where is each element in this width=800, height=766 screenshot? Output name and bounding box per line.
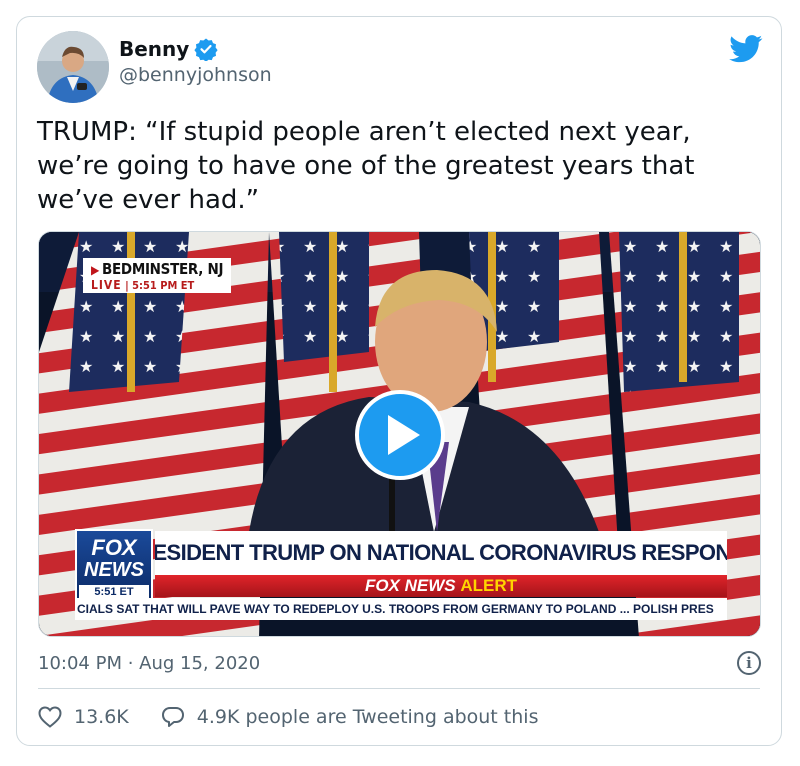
heart-icon: [38, 706, 62, 728]
play-button[interactable]: [355, 390, 445, 480]
news-ticker: CIALS SAT THAT WILL PAVE WAY TO REDEPLOY…: [75, 598, 727, 620]
tweet-timestamp[interactable]: 10:04 PM · Aug 15, 2020: [38, 653, 260, 674]
alert-brand: FOX NEWS: [364, 576, 456, 595]
fox-news-logo: FOX NEWS 5:51 ET: [75, 529, 153, 603]
alert-word: ALERT: [460, 576, 518, 595]
author-handle[interactable]: @bennyjohnson: [119, 64, 272, 86]
alert-banner: FOX NEWS ALERT: [155, 575, 727, 597]
twitter-bird-icon[interactable]: [729, 35, 763, 63]
tweet-card[interactable]: Benny @bennyjohnson TRUMP: “If stupid pe…: [16, 16, 782, 746]
network-line1: FOX: [91, 535, 137, 560]
reply-bubble-icon: [161, 707, 184, 727]
network-line2: NEWS: [84, 559, 144, 581]
avatar-photo: [37, 31, 109, 103]
tweet-text: TRUMP: “If stupid people aren’t elected …: [37, 117, 695, 215]
author-name[interactable]: Benny: [119, 37, 189, 61]
play-icon: [388, 415, 420, 455]
triangle-icon: ▶: [91, 263, 100, 277]
network-clock: 5:51 ET: [79, 585, 149, 599]
info-icon[interactable]: i: [737, 651, 761, 675]
avatar[interactable]: [37, 31, 109, 103]
divider: [38, 688, 760, 689]
like-count: 13.6K: [74, 706, 129, 728]
location-banner: ▶ BEDMINSTER, NJ LIVE | 5:51 PM ET: [83, 258, 232, 293]
live-time: 5:51 PM ET: [132, 279, 195, 292]
tweeting-link[interactable]: 4.9K people are Tweeting about this: [161, 705, 539, 729]
live-label: LIVE: [91, 278, 122, 292]
like-button[interactable]: 13.6K: [38, 706, 129, 728]
verified-badge-icon: [194, 38, 218, 61]
action-bar: 13.6K 4.9K people are Tweeting about thi…: [38, 705, 538, 729]
tweeting-label: 4.9K people are Tweeting about this: [196, 706, 539, 728]
video-player[interactable]: ★: [38, 231, 761, 637]
chyron-headline: PRESIDENT TRUMP ON NATIONAL CORONAVIRUS …: [155, 531, 727, 575]
location-label: BEDMINSTER, NJ: [102, 260, 224, 278]
